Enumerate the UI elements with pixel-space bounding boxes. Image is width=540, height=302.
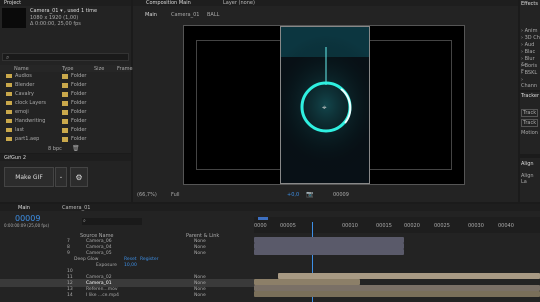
project-panel: Project Camera_01 ▾ , used 1 time 1080 x… (0, 0, 133, 153)
project-tab[interactable]: Project (4, 0, 21, 6)
project-list: Audios Folder Blender Folder Cavalry Folder… (0, 72, 131, 144)
track-button[interactable]: Track (521, 109, 539, 117)
timeline-panel: Main Camera_01 00009 0:00:00:09 (25,00 f… (0, 204, 540, 302)
list-item[interactable]: part1.aep Folder (0, 135, 131, 143)
tracker-panel: Tracker Track Track Motion (520, 92, 540, 154)
quality-select[interactable]: Full (171, 192, 180, 198)
effect-item[interactable]: › Aud (521, 42, 534, 48)
list-item[interactable]: emoji Folder (0, 108, 131, 116)
project-tab-bar: Project (0, 0, 131, 6)
comp-tab-bar: Composition Main Layer (none) (133, 0, 518, 6)
ball-render: ⌖ (281, 27, 369, 175)
effects-panel: Effects › Anim › 3D Ch › Aud › Blac › Bl… (520, 0, 540, 90)
gif-dropdown-button[interactable]: ⌄ (55, 167, 67, 187)
project-item-name: Camera_01 ▾ , used 1 time (30, 8, 98, 14)
layer-list: 7 Camera_06 None 8 Camera_04 None 9 Camera_05… (0, 237, 254, 302)
comp-timecode[interactable]: 00009 (333, 192, 349, 198)
breadcrumb-main[interactable]: Main (145, 12, 157, 18)
timeline-timecode[interactable]: 00009 (15, 214, 40, 223)
comp-tab[interactable]: Composition Main (146, 0, 191, 6)
align-layers-label: Align La (521, 173, 534, 185)
track-bar[interactable] (254, 249, 404, 255)
project-columns: Name Type Size Frame (0, 65, 133, 72)
make-gif-button[interactable]: Make GIF (4, 167, 54, 187)
tab-main[interactable]: Main (18, 205, 30, 211)
effect-item[interactable]: › Chann (521, 77, 540, 89)
track-area[interactable] (254, 237, 540, 302)
composition-panel: Composition Main Layer (none) Main Camer… (133, 0, 518, 202)
layer-tab[interactable]: Layer (none) (223, 0, 255, 6)
svg-text:⌖: ⌖ (322, 103, 327, 112)
camera-icon[interactable]: 📷 (306, 191, 313, 198)
comp-viewport[interactable]: ⌖ (183, 25, 465, 185)
list-item[interactable]: Cavalry Folder (0, 90, 131, 98)
list-item[interactable]: clock Layers Folder (0, 99, 131, 107)
list-item[interactable]: Audios Folder (0, 72, 131, 80)
effect-item[interactable]: › BSKL (521, 70, 537, 76)
bpc-label[interactable]: 8 bpc (48, 146, 62, 152)
breadcrumb: Main Camera_01 BALL (133, 11, 518, 18)
gifgun-tab[interactable]: GifGun 2 (4, 155, 26, 161)
folder-icon (6, 110, 12, 114)
timeline-search-input[interactable]: ⌕ (82, 218, 142, 225)
gif-settings-button[interactable]: ⚙ (70, 167, 88, 187)
chevron-down-icon: ⌄ (58, 174, 64, 180)
effect-item[interactable]: › Blac (521, 49, 535, 55)
gifgun-tab-bar: GifGun 2 (0, 154, 131, 161)
folder-icon (6, 137, 12, 141)
breadcrumb-camera[interactable]: Camera_01 (171, 12, 199, 18)
list-item[interactable]: Handwriting Folder (0, 117, 131, 125)
folder-icon (6, 83, 12, 87)
comp-frame: ⌖ (280, 26, 370, 184)
exposure-value[interactable]: +0,0 (287, 192, 299, 198)
tracker-title: Tracker (521, 93, 540, 99)
effects-title[interactable]: Effects (521, 1, 538, 7)
folder-icon (6, 101, 12, 105)
tab-camera[interactable]: Camera_01 (62, 205, 90, 211)
track-bar[interactable] (254, 291, 540, 297)
time-ruler[interactable]: 0000 00005 00010 00015 00020 00025 00030… (254, 217, 540, 233)
timeline-timecode-sub: 0:00:00:09 (25,00 fps) (4, 223, 50, 228)
search-icon: ⌕ (6, 54, 10, 61)
folder-icon (6, 119, 12, 123)
track-button[interactable]: Track (521, 119, 539, 127)
effect-item[interactable]: › 3D Ch (521, 35, 540, 41)
project-item-duration: Δ 0:00:00, 25,00 fps (30, 21, 81, 27)
list-item[interactable]: Blender Folder (0, 81, 131, 89)
gear-icon: ⚙ (75, 172, 83, 182)
viewer-toolbar: (66,7%) Full +0,0 📷 00009 (133, 191, 518, 199)
search-icon: ⌕ (83, 218, 86, 224)
motion-label: Motion (521, 130, 538, 136)
folder-icon (6, 128, 12, 132)
project-thumbnail (2, 8, 26, 28)
breadcrumb-ball[interactable]: BALL (207, 12, 219, 18)
work-area-bar[interactable] (258, 217, 268, 220)
timeline-tab-bar: Main Camera_01 (0, 204, 540, 211)
folder-icon (6, 74, 12, 78)
zoom-level[interactable]: (66,7%) (137, 192, 157, 198)
list-item[interactable]: last Folder (0, 126, 131, 134)
trash-icon[interactable]: 🗑 (72, 145, 80, 152)
project-search-input[interactable]: ⌕ (2, 53, 129, 61)
effect-item[interactable]: › Anim (521, 28, 537, 34)
gifgun-panel: GifGun 2 Make GIF ⌄ ⚙ (0, 154, 131, 202)
project-footer: 8 bpc 🗑 (0, 144, 131, 153)
align-title: Align (521, 161, 534, 167)
folder-icon (6, 92, 12, 96)
align-panel: Align Align La (520, 158, 540, 202)
layer-row[interactable]: 14 I like ...ce.mp4 None (0, 291, 254, 299)
